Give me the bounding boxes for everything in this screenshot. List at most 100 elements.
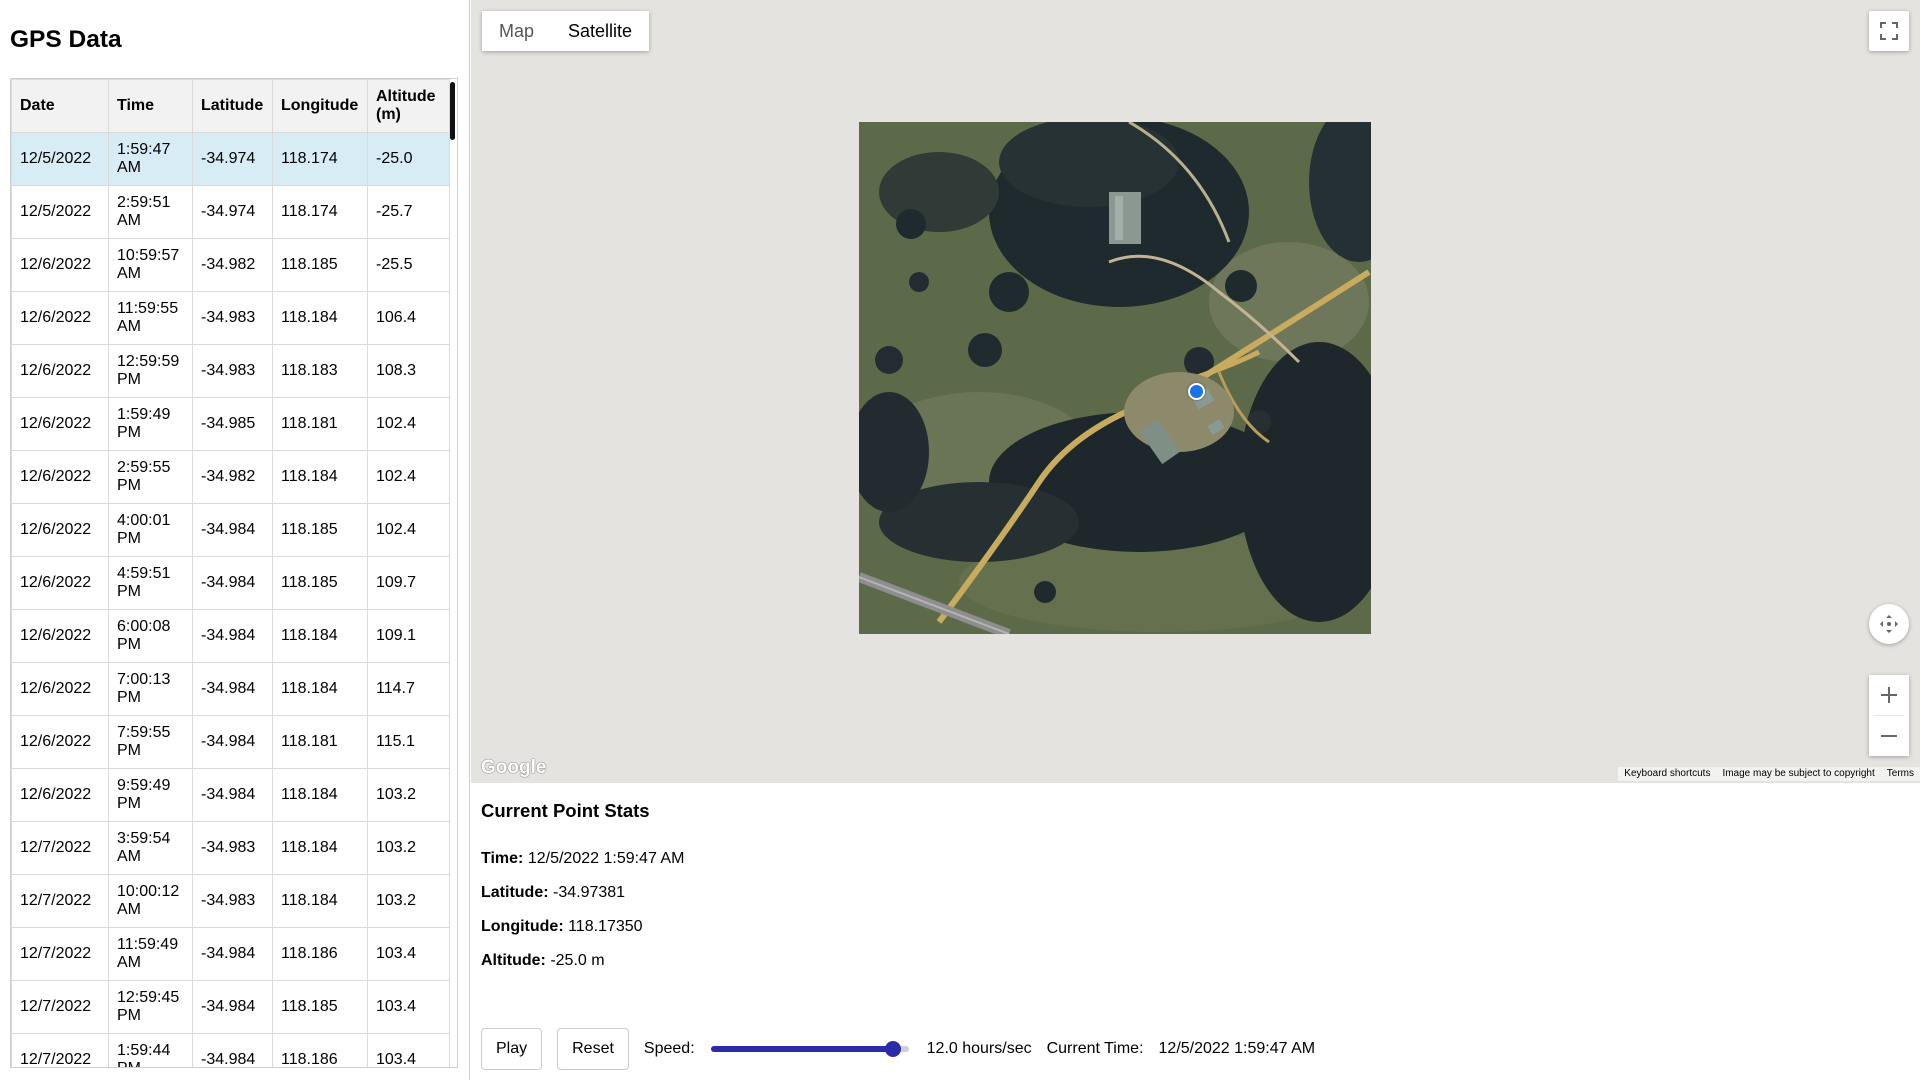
cell-longitude: 118.184 <box>272 821 368 875</box>
cell-longitude: 118.184 <box>272 291 368 345</box>
table-row[interactable]: 12/5/2022 2:59:51 AM -34.974 118.174 -25.7 <box>11 185 450 239</box>
cell-longitude: 118.174 <box>272 132 368 186</box>
table-row[interactable]: 12/7/20221:59:44 PM-34.984118.186103.4 <box>11 1033 450 1067</box>
map-attribution: Keyboard shortcuts Image may be subject … <box>1618 767 1920 781</box>
cell-time: 2:59:51 AM <box>108 185 193 239</box>
play-button[interactable]: Play <box>481 1028 543 1070</box>
cell-time: 4:59:51 PM <box>108 556 193 610</box>
cell-time: 1:59:47 AM <box>108 132 193 186</box>
table-row[interactable]: 12/6/2022 11:59:55 AM -34.983 118.184 106.4 <box>11 291 450 345</box>
current-point-stats: Current Point Stats Time: 12/5/2022 1:59… <box>481 800 1481 969</box>
cell-time: 12:59:59 PM <box>108 344 193 398</box>
cell-latitude: -34.974 <box>192 132 273 186</box>
cell-date: 12/7/2022 <box>11 821 109 875</box>
cell-time: 12:59:45 PM <box>108 980 193 1034</box>
cell-altitude: 103.4 <box>367 980 450 1034</box>
table-row[interactable]: 12/6/2022 2:59:55 PM -34.982 118.184 102.4 <box>11 450 450 504</box>
cell-date: 12/6/2022 <box>11 503 109 557</box>
table-row[interactable]: 12/5/2022 1:59:47 AM -34.974 118.174 -25.0 <box>11 132 450 186</box>
cell-latitude: -34.984 <box>192 556 273 610</box>
stat-longitude-label: Longitude: <box>481 918 564 935</box>
gps-data-table: Date Time Latitude Longitude Altitude (m… <box>11 79 450 1067</box>
map-type-map-button[interactable]: Map <box>482 11 552 51</box>
column-header-time: Time <box>108 79 193 133</box>
cell-time: 10:00:12 AM <box>108 874 193 928</box>
cell-latitude: -34.985 <box>192 397 273 451</box>
cell-latitude: -34.984 <box>192 1033 273 1067</box>
fullscreen-button[interactable] <box>1869 11 1909 51</box>
satellite-imagery <box>859 122 1371 634</box>
cell-longitude: 118.185 <box>272 238 368 292</box>
cell-longitude: 118.186 <box>272 927 368 981</box>
cell-date: 12/6/2022 <box>11 556 109 610</box>
cell-altitude: 103.4 <box>367 1033 450 1067</box>
cell-date: 12/5/2022 <box>11 185 109 239</box>
table-row[interactable]: 12/6/2022 10:59:57 AM -34.982 118.185 -25.5 <box>11 238 450 292</box>
cell-longitude: 118.185 <box>272 980 368 1034</box>
table-row[interactable]: 12/7/2022 10:00:12 AM -34.983 118.184 103.2 <box>11 874 450 928</box>
cell-altitude: 109.7 <box>367 556 450 610</box>
cell-time: 7:59:55 PM <box>108 715 193 769</box>
cell-longitude: 118.184 <box>272 662 368 716</box>
gps-marker[interactable] <box>1188 383 1205 400</box>
cell-latitude: -34.974 <box>192 185 273 239</box>
stat-time: Time: 12/5/2022 1:59:47 AM <box>481 850 684 868</box>
cell-longitude: 118.185 <box>272 556 368 610</box>
zoom-in-button[interactable] <box>1869 675 1909 715</box>
table-row[interactable]: 12/7/2022 3:59:54 AM -34.983 118.184 103.2 <box>11 821 450 875</box>
cell-date: 12/6/2022 <box>11 450 109 504</box>
table-row[interactable]: 12/7/2022 12:59:45 PM -34.984 118.185 103.4 <box>11 980 450 1034</box>
table-scrollbar[interactable] <box>450 82 455 140</box>
copyright-notice: Image may be subject to copyright <box>1722 768 1875 779</box>
cell-date: 12/5/2022 <box>11 132 109 186</box>
cell-time: 10:59:57 AM <box>108 238 193 292</box>
cell-date: 12/6/2022 <box>11 238 109 292</box>
camera-control-button[interactable] <box>1869 604 1909 644</box>
table-row[interactable]: 12/6/2022 4:00:01 PM -34.984 118.185 102.4 <box>11 503 450 557</box>
cell-date: 12/6/2022 <box>11 397 109 451</box>
cell-latitude: -34.984 <box>192 927 273 981</box>
speed-value: 12.0 hours/sec <box>926 1040 1032 1057</box>
table-row[interactable]: 12/6/2022 1:59:49 PM -34.985 118.181 102.4 <box>11 397 450 451</box>
terms-link[interactable]: Terms <box>1881 767 1920 781</box>
minus-icon <box>1881 735 1897 737</box>
stats-title: Current Point Stats <box>481 800 650 821</box>
camera-control-icon <box>1880 615 1898 633</box>
fullscreen-icon <box>1880 22 1898 40</box>
cell-latitude: -34.983 <box>192 821 273 875</box>
table-row[interactable]: 12/7/2022 11:59:49 AM -34.984 118.186 103.4 <box>11 927 450 981</box>
cell-longitude: 118.184 <box>272 874 368 928</box>
stat-time-value: 12/5/2022 1:59:47 AM <box>527 850 685 867</box>
stat-altitude: Altitude: -25.0 m <box>481 952 605 970</box>
zoom-out-button[interactable] <box>1869 716 1909 756</box>
cell-time: 7:00:13 PM <box>108 662 193 716</box>
cell-date: 12/7/2022 <box>11 874 109 928</box>
cell-date: 12/6/2022 <box>11 715 109 769</box>
column-header-latitude: Latitude <box>192 79 273 133</box>
cell-time: 11:59:49 AM <box>108 927 193 981</box>
table-row[interactable]: 12/6/2022 4:59:51 PM -34.984 118.185 109.7 <box>11 556 450 610</box>
column-header-date: Date <box>11 79 109 133</box>
speed-slider[interactable] <box>710 1039 909 1059</box>
table-row[interactable]: 12/6/2022 6:00:08 PM -34.984 118.184 109.1 <box>11 609 450 663</box>
cell-latitude: -34.982 <box>192 238 273 292</box>
cell-altitude: 102.4 <box>367 503 450 557</box>
keyboard-shortcuts-link[interactable]: Keyboard shortcuts <box>1618 767 1716 781</box>
table-row[interactable]: 12/6/2022 7:59:55 PM -34.984 118.181 115.1 <box>11 715 450 769</box>
table-row[interactable]: 12/6/2022 9:59:49 PM -34.984 118.184 103.2 <box>11 768 450 822</box>
cell-altitude: 102.4 <box>367 397 450 451</box>
playback-controls: Play Reset Speed: 12.0 hours/sec Current… <box>481 1028 1315 1070</box>
map-type-satellite-button[interactable]: Satellite <box>551 11 650 51</box>
gps-table-container[interactable]: Date Time Latitude Longitude Altitude (m… <box>10 78 458 1068</box>
cell-time: 11:59:55 AM <box>108 291 193 345</box>
google-logo: Google <box>481 757 547 778</box>
cell-altitude: 103.2 <box>367 821 450 875</box>
stat-longitude: Longitude: 118.17350 <box>481 918 643 936</box>
cell-date: 12/7/2022 <box>11 1033 109 1067</box>
table-row[interactable]: 12/6/2022 12:59:59 PM -34.983 118.183 108.3 <box>11 344 450 398</box>
map-type-control: Map Satellite <box>482 11 650 51</box>
slider-thumb[interactable] <box>884 1041 901 1057</box>
cell-longitude: 118.184 <box>272 768 368 822</box>
table-row[interactable]: 12/6/2022 7:00:13 PM -34.984 118.184 114.7 <box>11 662 450 716</box>
reset-button[interactable]: Reset <box>557 1028 629 1070</box>
